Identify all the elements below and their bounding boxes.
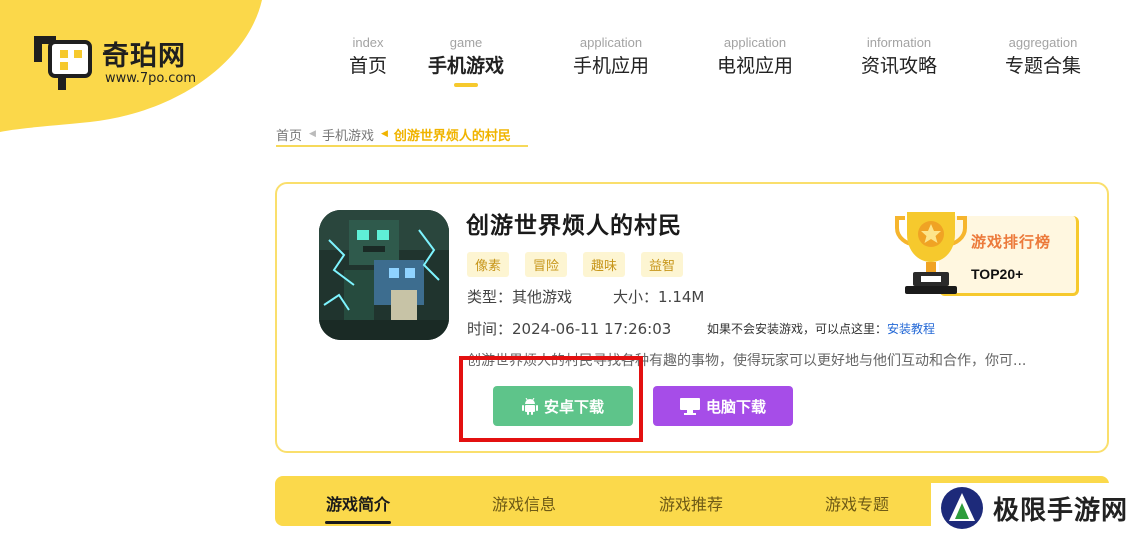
logo-mark-icon — [34, 36, 92, 90]
android-icon — [521, 397, 538, 415]
site-name: 奇珀网 — [102, 41, 186, 72]
install-hint: 如果不会安装游戏，可以点这里：安装教程 — [707, 320, 935, 337]
time-label: 时间： — [467, 320, 513, 338]
trophy-icon — [895, 212, 967, 294]
size-value: 1.14M — [658, 288, 705, 306]
nav-cn-label: 手机游戏 — [427, 55, 504, 77]
tab-label: 游戏信息 — [491, 495, 556, 514]
game-size-row: 大小：1.14M — [613, 286, 704, 307]
tag-badge[interactable]: 像素 — [467, 252, 510, 277]
android-download-button[interactable]: 安卓下载 — [493, 386, 633, 426]
breadcrumb-home[interactable]: 首页 — [276, 125, 302, 144]
type-value: 其他游戏 — [512, 288, 573, 306]
game-title: 创游世界烦人的村民 — [466, 213, 682, 239]
time-value: 2024-06-11 17:26:03 — [512, 320, 672, 338]
tab-game-recommend[interactable]: 游戏推荐 — [641, 491, 741, 515]
game-tags: 像素 冒险 趣味 益智 — [467, 252, 684, 277]
nav-cn-label: 资讯攻略 — [860, 55, 937, 77]
pc-download-label: 电脑下载 — [705, 397, 766, 416]
rank-subtitle: TOP20+ — [971, 266, 1024, 282]
breadcrumb-current: 创游世界烦人的村民 — [393, 128, 511, 144]
tab-game-intro[interactable]: 游戏简介 — [308, 491, 408, 524]
install-hint-text: 如果不会安装游戏，可以点这里： — [707, 322, 888, 336]
breadcrumb-category[interactable]: 手机游戏 — [322, 125, 374, 144]
tag-badge[interactable]: 趣味 — [583, 252, 626, 277]
tab-label: 游戏简介 — [325, 495, 390, 514]
nav-cn-label: 专题合集 — [1004, 55, 1081, 77]
nav-item-mobile-apps[interactable]: application 手机应用 — [539, 34, 683, 80]
tab-game-topics[interactable]: 游戏专题 — [807, 491, 907, 515]
triangle-left-icon: ◀ — [380, 129, 388, 139]
nav-en-label: application — [723, 35, 787, 50]
site-url: www.7po.com — [105, 71, 196, 86]
nav-cn-label: 手机应用 — [572, 55, 649, 77]
nav-item-mobile-games[interactable]: game 手机游戏 — [394, 34, 538, 87]
nav-item-tv-apps[interactable]: application 电视应用 — [683, 34, 827, 80]
rank-title: 游戏排行榜 — [971, 233, 1052, 251]
nav-item-news-guides[interactable]: information 资讯攻略 — [827, 34, 971, 80]
game-time-row: 时间：2024-06-11 17:26:03 — [467, 318, 671, 339]
game-artwork-icon — [319, 210, 449, 340]
tag-badge[interactable]: 益智 — [641, 252, 684, 277]
install-tutorial-link[interactable]: 安装教程 — [887, 322, 935, 336]
type-label: 类型： — [467, 288, 513, 306]
tab-label: 游戏推荐 — [658, 495, 723, 514]
nav-en-label: game — [449, 35, 483, 50]
watermark-text: 极限手游网 — [993, 495, 1129, 526]
tab-game-info[interactable]: 游戏信息 — [474, 491, 574, 515]
watermark: 极限手游网 — [931, 483, 1131, 533]
game-description: 创游世界烦人的村民寻找各种有趣的事物，使得玩家可以更好地与他们互动和合作，你可.… — [467, 353, 1027, 369]
android-download-label: 安卓下载 — [543, 397, 604, 416]
nav-en-label: application — [579, 35, 643, 50]
nav-en-label: information — [866, 35, 932, 50]
game-rank-badge[interactable]: 游戏排行榜 TOP20+ — [885, 196, 1095, 306]
tab-active-indicator — [325, 521, 391, 524]
nav-cn-label: 电视应用 — [716, 55, 793, 77]
size-label: 大小： — [613, 288, 659, 306]
breadcrumb: 首页 ◀ 手机游戏 ◀ 创游世界烦人的村民 — [276, 123, 511, 145]
monitor-icon — [679, 397, 700, 415]
nav-active-indicator — [454, 83, 478, 87]
pc-download-button[interactable]: 电脑下载 — [653, 386, 793, 426]
site-logo[interactable]: 奇珀网 www.7po.com — [28, 26, 228, 96]
nav-item-collections[interactable]: aggregation 专题合集 — [971, 34, 1115, 80]
nav-en-label: aggregation — [1008, 35, 1078, 50]
tag-badge[interactable]: 冒险 — [525, 252, 568, 277]
game-type-row: 类型：其他游戏 — [467, 286, 572, 307]
triangle-left-icon: ◀ — [309, 129, 316, 139]
breadcrumb-underline — [276, 145, 528, 147]
tab-label: 游戏专题 — [824, 495, 889, 514]
watermark-logo-icon — [941, 487, 983, 529]
game-app-icon — [319, 210, 449, 340]
